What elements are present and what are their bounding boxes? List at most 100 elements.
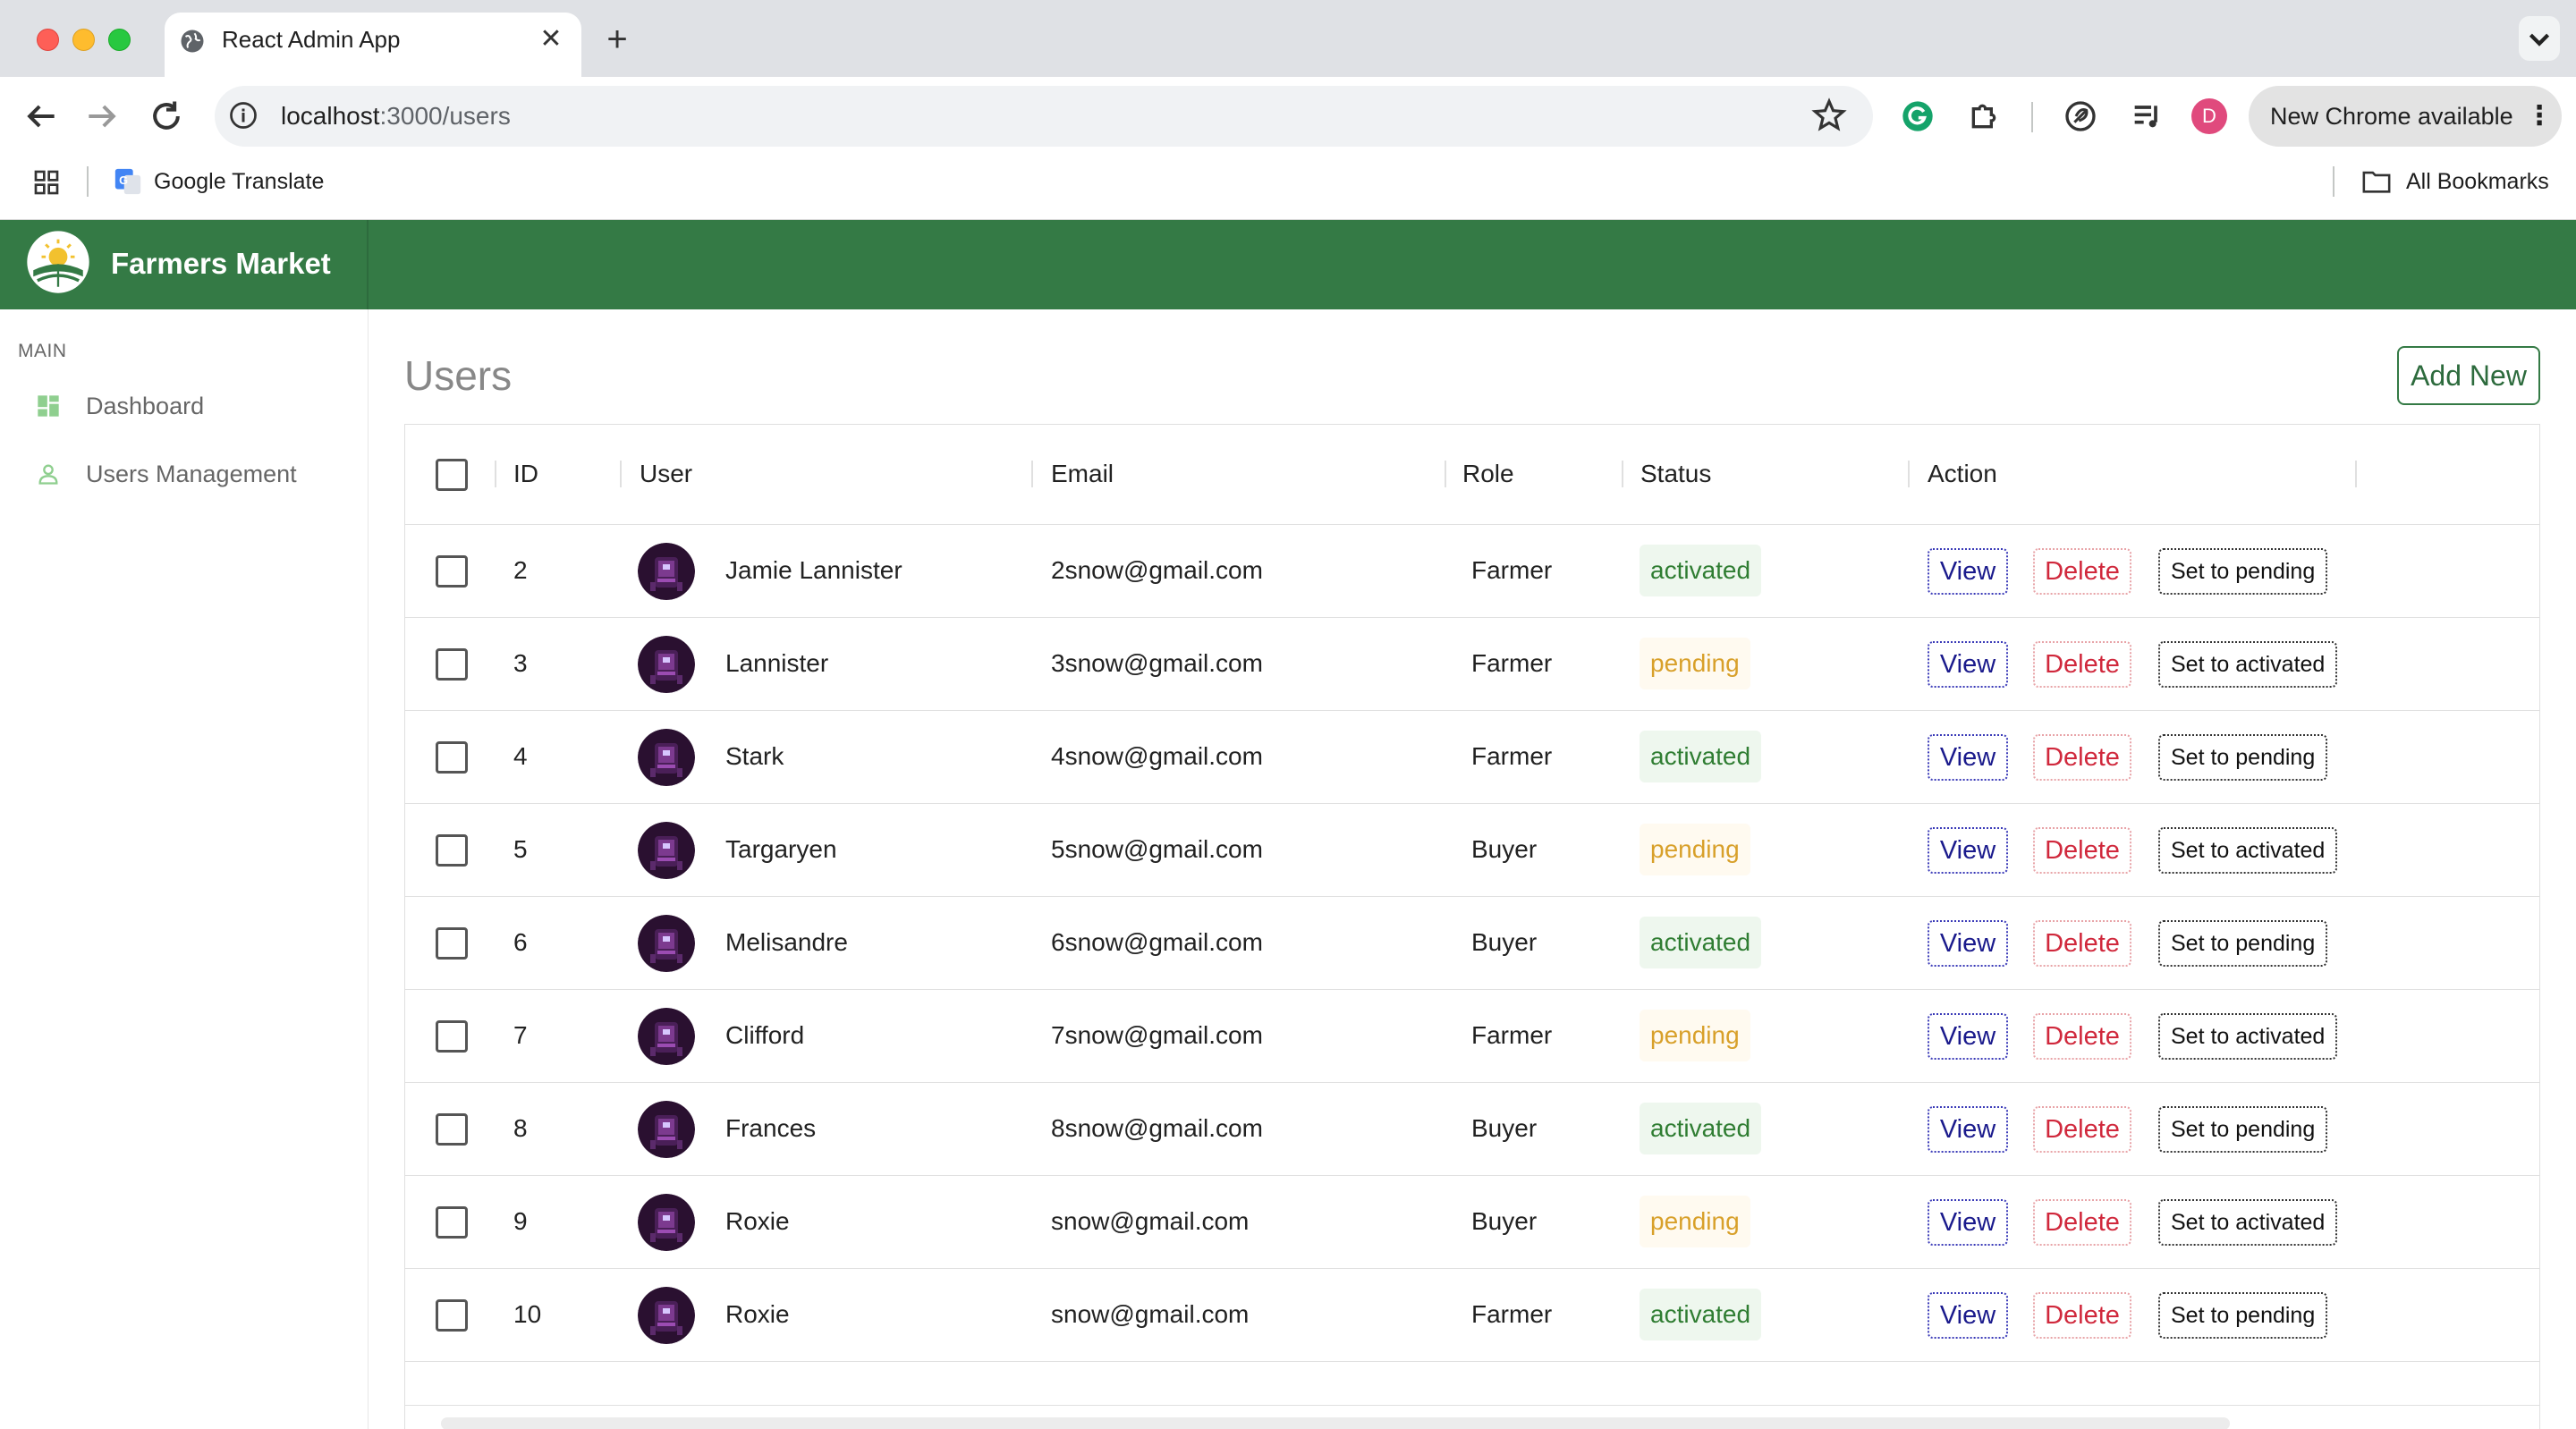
column-separator[interactable] <box>620 461 622 487</box>
sidebar-item-users-management[interactable]: Users Management <box>36 452 349 495</box>
column-header-status[interactable]: Status <box>1640 458 1711 490</box>
row-checkbox[interactable] <box>436 1206 468 1239</box>
cell-user: Melisandre <box>725 928 848 956</box>
table-row[interactable]: 7 Clifford 7snow@gmail.com Farmer pendin… <box>405 990 2539 1083</box>
cell-role: Farmer <box>1471 556 1553 584</box>
view-button[interactable]: View <box>1928 734 2008 781</box>
view-button[interactable]: View <box>1928 1106 2008 1153</box>
table-row[interactable]: 5 Targaryen 5snow@gmail.com Buyer pendin… <box>405 804 2539 897</box>
row-checkbox[interactable] <box>436 1113 468 1146</box>
table-row[interactable]: 4 Stark 4snow@gmail.com Farmer activated… <box>405 711 2539 804</box>
table-row[interactable]: 10 Roxie snow@gmail.com Farmer activated… <box>405 1269 2539 1362</box>
column-separator[interactable] <box>1445 461 1446 487</box>
add-new-button[interactable]: Add New <box>2397 346 2540 405</box>
forward-arrow-icon[interactable] <box>82 97 122 136</box>
column-separator[interactable] <box>1031 461 1033 487</box>
reload-icon[interactable] <box>147 97 186 136</box>
table-row[interactable]: 8 Frances 8snow@gmail.com Buyer activate… <box>405 1083 2539 1176</box>
toggle-status-button[interactable]: Set to pending <box>2158 548 2328 595</box>
more-menu-icon[interactable]: ⋮ <box>2526 100 2553 132</box>
delete-button[interactable]: Delete <box>2033 548 2131 595</box>
delete-button[interactable]: Delete <box>2033 827 2131 874</box>
column-header-action[interactable]: Action <box>1928 458 1997 490</box>
sidebar-section-title: MAIN <box>18 341 67 361</box>
tab-search-button[interactable] <box>2519 16 2560 61</box>
toggle-status-button[interactable]: Set to activated <box>2158 641 2338 688</box>
column-separator[interactable] <box>2355 461 2357 487</box>
column-header-user[interactable]: User <box>640 458 692 490</box>
profile-avatar[interactable]: D <box>2191 98 2227 134</box>
sidebar-item-dashboard[interactable]: Dashboard <box>36 385 349 427</box>
bookmark-google-translate[interactable]: Google Translate <box>154 166 324 197</box>
toggle-status-button[interactable]: Set to activated <box>2158 1013 2338 1060</box>
toolbar-divider <box>2031 102 2033 132</box>
bookmark-star-icon[interactable] <box>1810 97 1848 134</box>
toggle-status-button[interactable]: Set to activated <box>2158 1199 2338 1246</box>
fullscreen-window-button[interactable] <box>108 29 131 51</box>
status-badge: activated <box>1640 1289 1762 1340</box>
grammarly-icon[interactable] <box>1900 98 1936 134</box>
toggle-status-button[interactable]: Set to pending <box>2158 1292 2328 1339</box>
apps-grid-icon[interactable] <box>32 168 61 197</box>
url-text[interactable]: localhost:3000/users <box>281 100 511 132</box>
delete-button[interactable]: Delete <box>2033 920 2131 967</box>
toggle-status-button[interactable]: Set to pending <box>2158 920 2328 967</box>
brand-name[interactable]: Farmers Market <box>111 245 331 283</box>
select-all-checkbox[interactable] <box>436 459 468 491</box>
table-row[interactable]: 2 Jamie Lannister 2snow@gmail.com Farmer… <box>405 525 2539 618</box>
delete-button[interactable]: Delete <box>2033 641 2131 688</box>
new-tab-button[interactable]: + <box>597 20 637 59</box>
toggle-status-button[interactable]: Set to pending <box>2158 734 2328 781</box>
column-header-id[interactable]: ID <box>513 458 538 490</box>
column-separator[interactable] <box>1622 461 1623 487</box>
column-header-email[interactable]: Email <box>1051 458 1114 490</box>
view-button[interactable]: View <box>1928 920 2008 967</box>
row-checkbox[interactable] <box>436 741 468 774</box>
status-badge: activated <box>1640 731 1762 782</box>
toggle-status-button[interactable]: Set to activated <box>2158 827 2338 874</box>
row-checkbox[interactable] <box>436 927 468 960</box>
view-button[interactable]: View <box>1928 1199 2008 1246</box>
all-bookmarks-button[interactable]: All Bookmarks <box>2406 166 2549 197</box>
horizontal-scrollbar[interactable] <box>441 1417 2230 1429</box>
delete-button[interactable]: Delete <box>2033 1013 2131 1060</box>
back-arrow-icon[interactable] <box>21 97 61 136</box>
view-button[interactable]: View <box>1928 641 2008 688</box>
cell-email: 5snow@gmail.com <box>1051 835 1263 863</box>
delete-button[interactable]: Delete <box>2033 734 2131 781</box>
toggle-status-button[interactable]: Set to pending <box>2158 1106 2328 1153</box>
cell-role: Buyer <box>1471 1114 1538 1142</box>
table-row[interactable]: 6 Melisandre 6snow@gmail.com Buyer activ… <box>405 897 2539 990</box>
view-button[interactable]: View <box>1928 548 2008 595</box>
column-header-role[interactable]: Role <box>1462 458 1514 490</box>
table-row[interactable]: 9 Roxie snow@gmail.com Buyer pending Vie… <box>405 1176 2539 1269</box>
view-button[interactable]: View <box>1928 1292 2008 1339</box>
row-checkbox[interactable] <box>436 1299 468 1332</box>
row-checkbox[interactable] <box>436 555 468 588</box>
media-queue-icon[interactable] <box>2129 98 2165 134</box>
delete-button[interactable]: Delete <box>2033 1292 2131 1339</box>
delete-button[interactable]: Delete <box>2033 1106 2131 1153</box>
cell-id: 7 <box>513 1021 528 1049</box>
cell-email: 7snow@gmail.com <box>1051 1021 1263 1049</box>
row-checkbox[interactable] <box>436 834 468 867</box>
cell-email: 6snow@gmail.com <box>1051 928 1263 956</box>
view-button[interactable]: View <box>1928 827 2008 874</box>
column-separator[interactable] <box>495 461 496 487</box>
column-separator[interactable] <box>1908 461 1910 487</box>
close-window-button[interactable] <box>37 29 59 51</box>
site-info-icon[interactable] <box>227 99 259 131</box>
leaf-extension-icon[interactable] <box>2063 98 2098 134</box>
status-badge: activated <box>1640 545 1762 596</box>
delete-button[interactable]: Delete <box>2033 1199 2131 1246</box>
close-tab-icon[interactable]: ✕ <box>533 21 569 57</box>
row-checkbox[interactable] <box>436 648 468 681</box>
table-row[interactable]: 3 Lannister 3snow@gmail.com Farmer pendi… <box>405 618 2539 711</box>
google-translate-icon: G <box>114 168 141 195</box>
view-button[interactable]: View <box>1928 1013 2008 1060</box>
minimize-window-button[interactable] <box>72 29 95 51</box>
row-checkbox[interactable] <box>436 1020 468 1053</box>
user-avatar <box>638 636 695 693</box>
extensions-puzzle-icon[interactable] <box>1966 98 2002 134</box>
status-badge: activated <box>1640 1103 1762 1154</box>
